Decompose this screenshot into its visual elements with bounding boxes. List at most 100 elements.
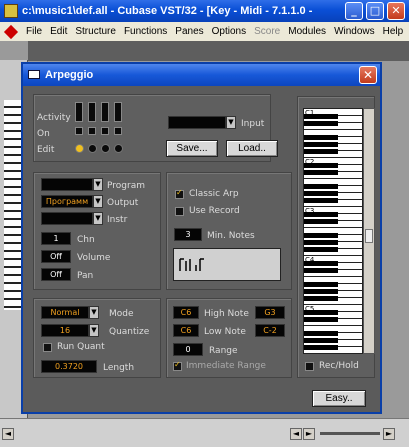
black-key[interactable] (304, 282, 338, 287)
menu-options[interactable]: Options (208, 26, 250, 37)
load-button[interactable]: Load.. (226, 140, 278, 157)
minimize-button[interactable]: _ (345, 2, 363, 20)
min-notes-field[interactable]: 3 (174, 228, 202, 241)
chn-field[interactable]: 1 (41, 232, 71, 245)
edit-select-1[interactable] (75, 144, 84, 153)
black-key[interactable] (304, 289, 338, 294)
output-label: Output (107, 198, 139, 208)
input-dropdown-arrow[interactable]: ▼ (226, 116, 236, 129)
menu-windows[interactable]: Windows (330, 26, 379, 37)
maximize-button[interactable]: □ (366, 2, 384, 20)
pan-field[interactable]: Off (41, 268, 71, 281)
activity-label: Activity (37, 113, 71, 123)
octave-label: C2 (305, 158, 315, 166)
low-note-from-field[interactable]: C6 (173, 324, 199, 337)
black-key[interactable] (304, 184, 338, 189)
classic-arp-checkbox[interactable] (175, 188, 184, 199)
black-key[interactable] (304, 233, 338, 238)
instr-label: Instr (107, 215, 128, 225)
output-dropdown-arrow[interactable]: ▼ (93, 195, 103, 208)
black-key[interactable] (304, 198, 338, 203)
immediate-range-checkbox[interactable] (173, 360, 182, 371)
cubase-app-icon[interactable] (4, 4, 18, 18)
keyboard-scroll-thumb[interactable] (365, 229, 373, 243)
length-label: Length (103, 363, 135, 373)
high-note-from-field[interactable]: C6 (173, 306, 199, 319)
dialog-close-button[interactable]: ✕ (359, 66, 377, 84)
input-select[interactable] (168, 116, 226, 129)
key-editor-ruler[interactable] (28, 41, 409, 61)
black-key[interactable] (304, 191, 338, 196)
volume-field[interactable]: Off (41, 250, 71, 263)
run-quant-checkbox[interactable] (43, 343, 52, 352)
on-toggle-1[interactable] (75, 127, 83, 135)
low-note-field[interactable]: C-2 (255, 324, 285, 337)
zoom-button[interactable]: ► (383, 428, 395, 440)
black-key[interactable] (304, 135, 338, 140)
zoom-slider-track[interactable] (320, 432, 380, 435)
menu-modules[interactable]: Modules (284, 26, 330, 37)
menu-structure[interactable]: Structure (71, 26, 120, 37)
immediate-range-label: Immediate Range (186, 361, 266, 371)
chn-label: Chn (77, 235, 95, 245)
on-toggle-2[interactable] (88, 127, 96, 135)
on-toggle-4[interactable] (114, 127, 122, 135)
easy-button[interactable]: Easy.. (312, 390, 366, 407)
black-key[interactable] (304, 345, 338, 350)
program-dropdown-arrow[interactable]: ▼ (93, 178, 103, 191)
close-button[interactable]: ✕ (387, 2, 405, 20)
black-key[interactable] (304, 170, 338, 175)
range-field[interactable]: 0 (173, 343, 203, 356)
black-key[interactable] (304, 317, 338, 322)
menu-file[interactable]: File (22, 26, 46, 37)
menu-score[interactable]: Score (250, 26, 284, 37)
black-key[interactable] (304, 247, 338, 252)
octave-label: C5 (305, 305, 315, 313)
program-label: Program (107, 181, 145, 191)
rec-hold-label: Rec/Hold (319, 361, 359, 371)
low-note-label: Low Note (204, 327, 246, 337)
mode-dropdown-arrow[interactable]: ▼ (89, 306, 99, 319)
arp-pattern-display[interactable] (173, 248, 281, 281)
scroll-right-button[interactable]: ► (303, 428, 315, 440)
black-key[interactable] (304, 240, 338, 245)
on-toggle-3[interactable] (101, 127, 109, 135)
length-field[interactable]: 0.3720 (41, 360, 97, 373)
menu-help[interactable]: Help (379, 26, 408, 37)
edit-select-4[interactable] (114, 144, 123, 153)
keyboard-scrollbar[interactable] (363, 108, 375, 354)
edit-select-3[interactable] (101, 144, 110, 153)
mode-select[interactable]: Normal (41, 306, 89, 319)
instr-dropdown-arrow[interactable]: ▼ (93, 212, 103, 225)
program-select[interactable] (41, 178, 93, 191)
menu-functions[interactable]: Functions (120, 26, 171, 37)
scroll-left-button[interactable]: ◄ (2, 428, 14, 440)
quantize-select[interactable]: 16 (41, 324, 89, 337)
black-key[interactable] (304, 331, 338, 336)
menu-panes[interactable]: Panes (171, 26, 207, 37)
scroll-left-button-2[interactable]: ◄ (290, 428, 302, 440)
high-note-field[interactable]: G3 (255, 306, 285, 319)
use-record-checkbox[interactable] (175, 207, 184, 216)
black-key[interactable] (304, 296, 338, 301)
black-key[interactable] (304, 338, 338, 343)
activity-meter-3 (101, 102, 109, 122)
black-key[interactable] (304, 121, 338, 126)
instr-select[interactable] (41, 212, 93, 225)
quantize-dropdown-arrow[interactable]: ▼ (89, 324, 99, 337)
use-record-label: Use Record (189, 206, 240, 216)
black-key[interactable] (304, 268, 338, 273)
black-key[interactable] (304, 219, 338, 224)
black-key[interactable] (304, 142, 338, 147)
document-menu-icon[interactable] (3, 24, 19, 39)
output-select[interactable]: Программ (41, 195, 93, 208)
black-key[interactable] (304, 149, 338, 154)
rec-hold-checkbox[interactable] (305, 362, 314, 371)
menu-edit[interactable]: Edit (46, 26, 71, 37)
save-button[interactable]: Save... (166, 140, 218, 157)
note-keyboard[interactable]: C1 C2 C3 C4 C5 (303, 108, 363, 354)
pan-label: Pan (77, 271, 94, 281)
on-label: On (37, 129, 50, 139)
edit-label: Edit (37, 145, 55, 155)
edit-select-2[interactable] (88, 144, 97, 153)
